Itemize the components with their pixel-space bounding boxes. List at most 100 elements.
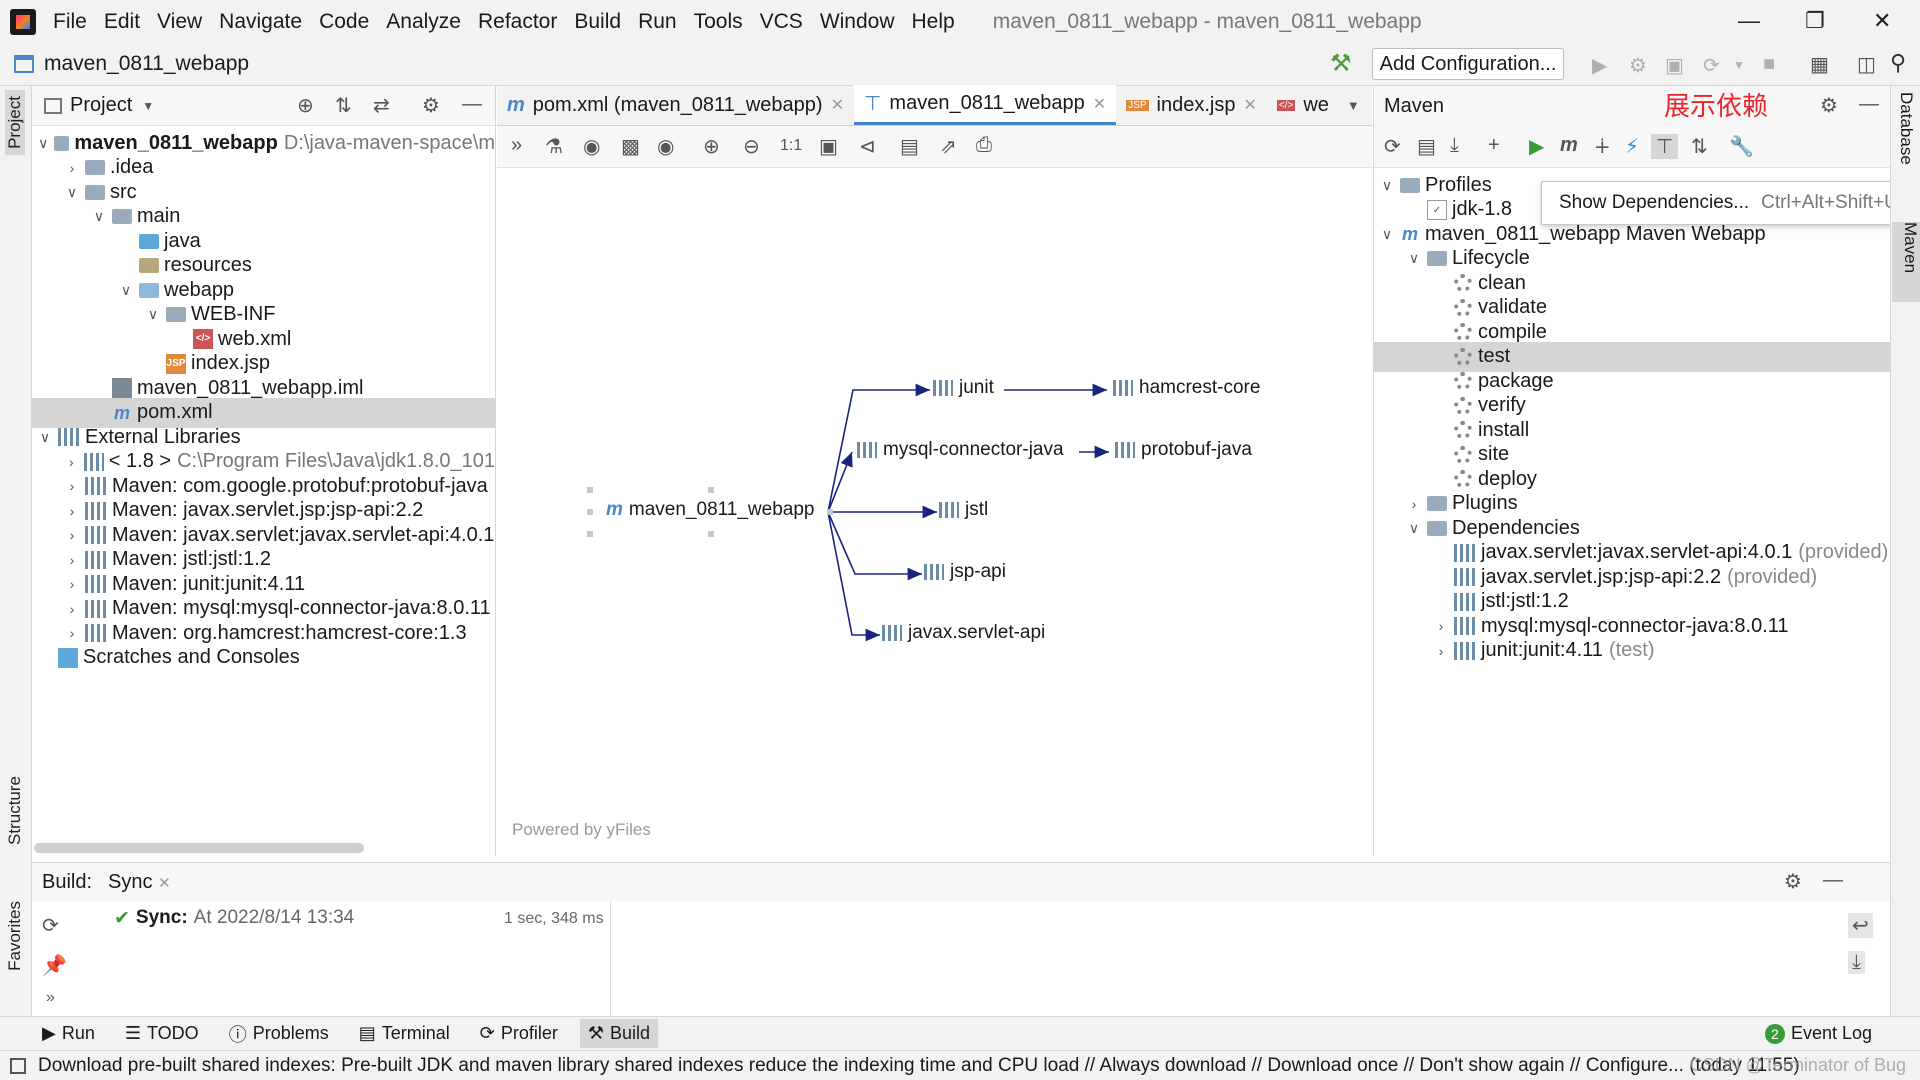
minimize-icon[interactable]: — — [1738, 8, 1760, 34]
chevron-right-icon[interactable]: › — [65, 527, 79, 543]
chevron-right-icon[interactable]: › — [65, 503, 79, 519]
debug-icon[interactable]: ⚙ — [1629, 53, 1647, 78]
chevron-down-icon[interactable]: ▼ — [1733, 58, 1745, 72]
tab-list-chevron-icon[interactable]: ▼ — [1347, 98, 1360, 113]
node-protobuf[interactable]: protobuf-java — [1115, 439, 1252, 461]
print-icon[interactable]: ⎙ — [976, 134, 992, 157]
close-tab-icon[interactable]: ✕ — [1243, 95, 1256, 115]
tab-pom-xml[interactable]: m pom.xml (maven_0811_webapp) ✕ — [497, 85, 854, 125]
menu-view[interactable]: View — [157, 10, 202, 34]
menu-help[interactable]: Help — [912, 10, 955, 34]
chevron-down-icon[interactable]: ∨ — [1407, 250, 1421, 267]
profiler-tool-button[interactable]: ⟳ Profiler — [472, 1019, 566, 1048]
share-icon[interactable]: ⊲ — [859, 134, 876, 159]
close-tab-icon[interactable]: ✕ — [831, 95, 844, 115]
generate-sources-icon[interactable]: ▤ — [1417, 134, 1436, 159]
event-log-button[interactable]: 2 Event Log — [1757, 1019, 1880, 1048]
chevron-down-icon[interactable]: ∨ — [38, 429, 52, 446]
expand-all-icon[interactable]: ⇅ — [335, 93, 352, 118]
build-hammer-icon[interactable]: ⚒ — [1330, 49, 1352, 78]
chevron-down-icon[interactable]: ∨ — [1380, 177, 1394, 194]
run-icon[interactable]: ▶ — [1529, 134, 1544, 159]
menu-window[interactable]: Window — [820, 10, 895, 34]
gear-icon[interactable]: ⚙ — [1784, 869, 1802, 894]
show-dependencies-icon[interactable]: ⊤ — [1651, 134, 1679, 159]
chevron-down-icon[interactable]: ∨ — [1407, 520, 1421, 537]
tab-sync[interactable]: Sync ✕ — [108, 871, 171, 894]
profile-icon[interactable]: ⟳ — [1703, 53, 1720, 78]
node-hamcrest[interactable]: hamcrest-core — [1113, 377, 1260, 399]
expand-icon[interactable]: » — [511, 134, 522, 157]
search-icon[interactable]: ⚲ — [1890, 50, 1906, 76]
hide-icon[interactable]: — — [1823, 869, 1843, 892]
coverage-icon[interactable]: ▣ — [1665, 53, 1684, 78]
terminal-tool-button[interactable]: ▤ Terminal — [351, 1019, 458, 1048]
execute-goal-icon[interactable]: m — [1560, 134, 1578, 157]
add-icon[interactable]: + — [1488, 134, 1500, 157]
menu-code[interactable]: Code — [319, 10, 369, 34]
eye-icon[interactable]: ◉ — [657, 134, 674, 159]
gear-icon[interactable]: ⚙ — [1820, 93, 1838, 118]
breadcrumb-project[interactable]: maven_0811_webapp — [44, 52, 249, 76]
chevron-right-icon[interactable]: › — [65, 160, 79, 176]
chevron-down-icon[interactable]: ∨ — [1380, 226, 1394, 243]
node-jstl[interactable]: jstl — [939, 499, 988, 521]
menu-file[interactable]: File — [53, 10, 87, 34]
project-panel-title[interactable]: Project — [70, 94, 132, 117]
reload-icon[interactable]: ⟳ — [1384, 134, 1401, 159]
collapse-all-icon[interactable]: ⇄ — [373, 93, 390, 118]
tab-index-jsp[interactable]: JSP index.jsp ✕ — [1116, 85, 1267, 125]
chevron-down-icon[interactable]: ∨ — [38, 135, 48, 152]
status-message[interactable]: Download pre-built shared indexes: Pre-b… — [38, 1055, 1800, 1077]
chevron-right-icon[interactable]: › — [65, 601, 79, 617]
node-mysql[interactable]: mysql-connector-java — [857, 439, 1064, 461]
menu-vcs[interactable]: VCS — [760, 10, 803, 34]
export-icon[interactable]: ⇗ — [940, 134, 957, 159]
gear-icon[interactable]: ⚙ — [422, 93, 440, 118]
node-jsp-api[interactable]: jsp-api — [924, 561, 1006, 583]
chevron-right-icon[interactable]: › — [65, 552, 79, 568]
favorites-tool-tab[interactable]: Favorites — [5, 901, 25, 971]
skip-tests-icon[interactable]: ⚡ — [1625, 134, 1639, 159]
download-icon[interactable]: ⤓ — [1450, 134, 1459, 157]
presentation-icon[interactable]: ◫ — [1857, 52, 1876, 77]
chevron-right-icon[interactable]: › — [1434, 618, 1448, 634]
tab-web-xml[interactable]: </> we ▼ — [1267, 85, 1370, 125]
node-junit[interactable]: junit — [933, 377, 994, 399]
chevron-right-icon[interactable]: › — [65, 625, 79, 641]
add-configuration-button[interactable]: Add Configuration... — [1372, 48, 1564, 80]
chevron-right-icon[interactable]: › — [65, 478, 79, 494]
menu-build[interactable]: Build — [574, 10, 621, 34]
restore-icon[interactable]: ❐ — [1805, 8, 1825, 34]
pin-icon[interactable]: 📌 — [42, 953, 67, 978]
close-window-icon[interactable]: ✕ — [1873, 8, 1891, 34]
more-icon[interactable]: » — [46, 989, 55, 1007]
save-icon[interactable]: ▤ — [900, 134, 919, 159]
sync-result[interactable]: ✔ Sync: At 2022/8/14 13:34 — [114, 907, 354, 930]
focus-icon[interactable]: ◉ — [583, 134, 600, 159]
chevron-down-icon[interactable]: ∨ — [92, 208, 106, 225]
actual-size-icon[interactable]: 1:1 — [780, 137, 802, 155]
breadcrumb[interactable]: maven_0811_webapp — [14, 52, 249, 76]
chevron-right-icon[interactable]: › — [1407, 496, 1421, 512]
node-servlet-api[interactable]: javax.servlet-api — [882, 622, 1045, 644]
tree-row[interactable]: › junit:junit:4.11 (test) — [1374, 636, 1891, 666]
menu-run[interactable]: Run — [638, 10, 677, 34]
fit-content-icon[interactable]: ▣ — [819, 134, 838, 159]
close-tab-icon[interactable]: ✕ — [158, 875, 171, 892]
menu-refactor[interactable]: Refactor — [478, 10, 557, 34]
locate-icon[interactable]: ⊕ — [297, 93, 314, 118]
todo-tool-button[interactable]: ☰ TODO — [117, 1019, 207, 1048]
run-icon[interactable]: ▶ — [1592, 53, 1607, 78]
hide-icon[interactable]: — — [1859, 93, 1879, 116]
status-toggle-icon[interactable] — [10, 1057, 26, 1074]
chevron-down-icon[interactable]: ▼ — [142, 99, 154, 113]
structure-tool-tab[interactable]: Structure — [5, 776, 25, 845]
database-tool-tab[interactable]: Database — [1896, 92, 1916, 212]
project-tool-tab[interactable]: Project — [5, 90, 25, 155]
node-root[interactable]: m maven_0811_webapp — [606, 499, 814, 521]
tab-diagram[interactable]: ⊤ maven_0811_webapp ✕ — [854, 85, 1117, 125]
menu-tools[interactable]: Tools — [694, 10, 743, 34]
problems-tool-button[interactable]: ⓘ Problems — [221, 1017, 337, 1051]
menu-analyze[interactable]: Analyze — [386, 10, 461, 34]
